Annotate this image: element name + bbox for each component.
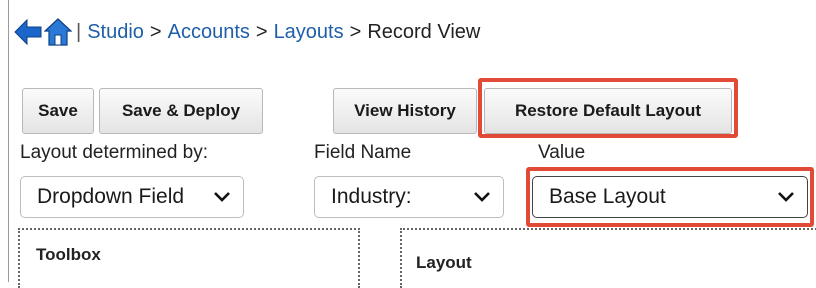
field-name-select[interactable]: Industry:: [314, 176, 504, 218]
breadcrumb-divider: |: [76, 20, 82, 43]
breadcrumb-arrow: >: [255, 20, 268, 43]
chevron-down-icon: [474, 192, 490, 202]
layout-determined-select[interactable]: Dropdown Field: [20, 176, 244, 218]
value-label: Value: [538, 142, 586, 163]
view-history-button[interactable]: View History: [333, 88, 477, 134]
home-icon[interactable]: [43, 17, 73, 47]
restore-highlight-box: [478, 78, 738, 138]
field-name-label: Field Name: [314, 142, 412, 163]
layout-determined-label: Layout determined by:: [20, 142, 209, 163]
back-arrow-icon[interactable]: [14, 17, 42, 47]
breadcrumb-link-studio[interactable]: Studio: [87, 21, 144, 44]
save-button[interactable]: Save: [22, 88, 94, 134]
breadcrumb-arrow: >: [149, 20, 162, 43]
save-deploy-button[interactable]: Save & Deploy: [99, 88, 263, 134]
toolbox-title: Toolbox: [36, 245, 101, 264]
field-name-selected-value: Industry:: [331, 185, 412, 208]
layout-determined-selected-value: Dropdown Field: [37, 185, 185, 208]
layout-title: Layout: [416, 253, 472, 272]
breadcrumb-current-page: Record View: [367, 20, 481, 43]
value-highlight-box: [526, 167, 814, 227]
left-border: [8, 0, 9, 282]
breadcrumb-arrow: >: [349, 20, 362, 43]
breadcrumb-link-accounts[interactable]: Accounts: [168, 21, 250, 44]
chevron-down-icon: [214, 192, 230, 202]
breadcrumb-link-layouts[interactable]: Layouts: [274, 21, 344, 44]
breadcrumb: | Studio > Accounts > Layouts > Record V…: [14, 14, 480, 50]
